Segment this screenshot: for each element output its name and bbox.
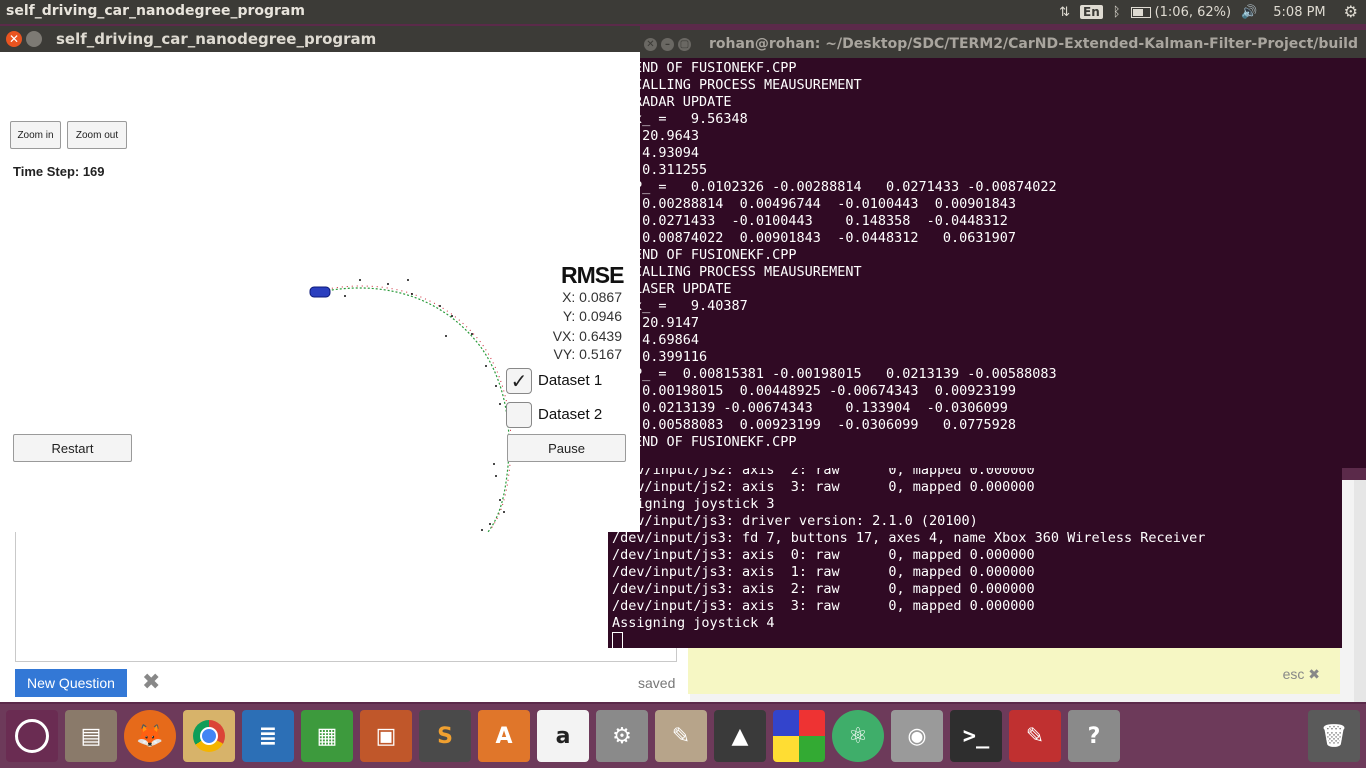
close-icon[interactable]: ✖ bbox=[142, 670, 160, 695]
ground-truth-path bbox=[319, 287, 510, 533]
time-step-label: Time Step: 169 bbox=[13, 164, 105, 179]
simulator-window[interactable]: ✕ self_driving_car_nanodegree_program Zo… bbox=[0, 26, 640, 533]
terminal-back-window[interactable]: /dev/input/js2: axis 2: raw 0, mapped 0.… bbox=[608, 462, 1342, 648]
gear-icon[interactable]: ⚙ bbox=[1344, 4, 1358, 20]
rmse-title: RMSE bbox=[561, 262, 624, 288]
bluetooth-icon[interactable]: ᛒ bbox=[1113, 6, 1121, 19]
simulator-title: self_driving_car_nanodegree_program bbox=[56, 30, 377, 48]
document-viewer-icon[interactable]: ✎ bbox=[1009, 710, 1061, 762]
zoom-out-button[interactable]: Zoom out bbox=[67, 121, 127, 149]
zoom-in-button[interactable]: Zoom in bbox=[10, 121, 61, 149]
clock[interactable]: 5:08 PM bbox=[1273, 5, 1325, 20]
terminal-front-output: END OF FUSIONEKF.CPP CALLING PROCESS MEA… bbox=[640, 60, 1057, 450]
browser-scrollbar[interactable] bbox=[1354, 480, 1366, 702]
new-question-button[interactable]: New Question bbox=[15, 669, 127, 697]
simulator-titlebar[interactable]: ✕ self_driving_car_nanodegree_program bbox=[0, 26, 640, 52]
terminal-title: rohan@rohan: ~/Desktop/SDC/TERM2/CarND-E… bbox=[709, 36, 1358, 52]
terminal-icon[interactable]: >_ bbox=[950, 710, 1002, 762]
close-icon: ✖ bbox=[1308, 666, 1320, 682]
close-window-icon[interactable]: ✕ bbox=[644, 37, 657, 51]
vehicle-track-plot bbox=[309, 279, 512, 533]
terminal-titlebar[interactable]: ✕ – ▢ rohan@rohan: ~/Desktop/SDC/TERM2/C… bbox=[640, 30, 1366, 58]
sort-arrows-icon[interactable]: ⇅ bbox=[1059, 6, 1070, 19]
rmse-vx: VX: 0.6439 bbox=[552, 328, 622, 344]
amazon-icon[interactable]: a bbox=[537, 710, 589, 762]
rmse-y: Y: 0.0946 bbox=[562, 308, 622, 324]
measurement-points bbox=[344, 279, 505, 531]
atom-icon[interactable]: ⚛ bbox=[832, 710, 884, 762]
keyboard-layout-indicator[interactable]: En bbox=[1080, 5, 1103, 19]
terminal-front-window[interactable]: ✕ – ▢ rohan@rohan: ~/Desktop/SDC/TERM2/C… bbox=[640, 30, 1366, 468]
answer-textarea[interactable] bbox=[15, 530, 677, 662]
ubuntu-dash-icon[interactable] bbox=[6, 710, 58, 762]
workspaces-icon[interactable] bbox=[773, 710, 825, 762]
saved-status: saved bbox=[638, 675, 676, 691]
libreoffice-impress-icon[interactable]: ▣ bbox=[360, 710, 412, 762]
estimate-path bbox=[321, 285, 512, 531]
battery-icon bbox=[1130, 6, 1151, 18]
unknown-app-icon[interactable]: ? bbox=[1068, 710, 1120, 762]
minimize-window-icon[interactable]: – bbox=[661, 37, 674, 51]
active-app-title: self_driving_car_nanodegree_program bbox=[6, 3, 305, 19]
restart-button[interactable]: Restart bbox=[13, 434, 132, 462]
close-window-icon[interactable]: ✕ bbox=[6, 31, 22, 47]
files-icon[interactable]: ▤ bbox=[65, 710, 117, 762]
volume-icon[interactable]: 🔊 bbox=[1241, 6, 1257, 19]
dataset-1-label: Dataset 1 bbox=[538, 372, 603, 389]
checkmark-icon: ✓ bbox=[510, 369, 528, 393]
trash-icon[interactable]: 🗑 bbox=[1308, 710, 1360, 762]
battery-text: (1:06, 62%) bbox=[1154, 4, 1232, 20]
battery-indicator[interactable]: (1:06, 62%) bbox=[1130, 4, 1232, 20]
sublime-text-icon[interactable]: S bbox=[419, 710, 471, 762]
dataset-2-checkbox[interactable] bbox=[506, 402, 532, 428]
esc-close-button[interactable]: esc ✖ bbox=[1283, 666, 1320, 683]
chrome-icon[interactable] bbox=[183, 710, 235, 762]
dataset-1-checkbox[interactable]: ✓ bbox=[506, 368, 532, 394]
terminal-cursor bbox=[612, 632, 623, 648]
libreoffice-calc-icon[interactable]: ▦ bbox=[301, 710, 353, 762]
minimize-window-icon[interactable] bbox=[26, 31, 42, 47]
terminal-back-output: /dev/input/js2: axis 2: raw 0, mapped 0.… bbox=[612, 462, 1206, 631]
launcher-dock: ▤ 🦊 ≣ ▦ ▣ S A a ⚙ ✎ ▲ ⚛ ◉ >_ ✎ ? 🗑 bbox=[0, 704, 1366, 768]
system-settings-icon[interactable]: ⚙ bbox=[596, 710, 648, 762]
disk-icon[interactable]: ◉ bbox=[891, 710, 943, 762]
firefox-icon[interactable]: 🦊 bbox=[124, 710, 176, 762]
rmse-x: X: 0.0867 bbox=[562, 289, 622, 305]
paint-icon[interactable]: ✎ bbox=[655, 710, 707, 762]
rmse-vy: VY: 0.5167 bbox=[553, 346, 622, 362]
esc-label: esc bbox=[1282, 666, 1305, 682]
inkscape-icon[interactable]: ▲ bbox=[714, 710, 766, 762]
notification-bar: esc ✖ bbox=[688, 648, 1340, 694]
maximize-window-icon[interactable]: ▢ bbox=[678, 37, 691, 51]
car-marker bbox=[309, 286, 331, 298]
top-panel: self_driving_car_nanodegree_program ⇅ En… bbox=[0, 0, 1366, 24]
pause-button[interactable]: Pause bbox=[507, 434, 626, 462]
libreoffice-writer-icon[interactable]: ≣ bbox=[242, 710, 294, 762]
system-tray: ⇅ En ᛒ (1:06, 62%) 🔊 5:08 PM ⚙ bbox=[1059, 0, 1366, 24]
software-center-icon[interactable]: A bbox=[478, 710, 530, 762]
dataset-2-label: Dataset 2 bbox=[538, 406, 603, 423]
